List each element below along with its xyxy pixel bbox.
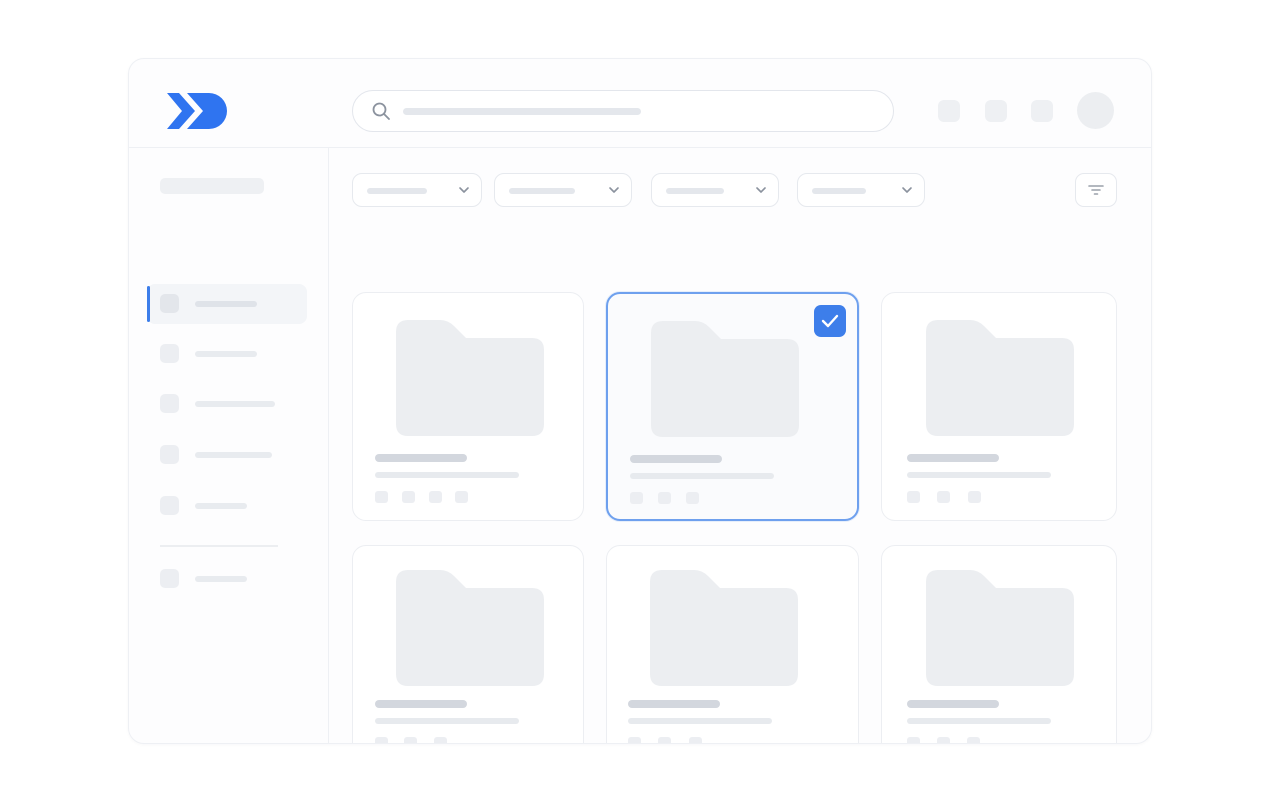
card-meta-icon xyxy=(375,737,388,743)
search-bar[interactable] xyxy=(352,90,894,132)
sidebar-item-1[interactable] xyxy=(147,284,307,324)
card-title xyxy=(907,454,999,462)
sidebar-item-label xyxy=(195,576,247,582)
filter-dropdown-3[interactable] xyxy=(651,173,779,207)
folder-icon xyxy=(651,321,799,437)
sort-options-button[interactable] xyxy=(1075,173,1117,207)
card-title xyxy=(630,455,722,463)
folder-icon xyxy=(396,320,544,436)
toolbar-button-2[interactable] xyxy=(985,100,1007,122)
sidebar-item-3[interactable] xyxy=(147,384,307,424)
folder-card-6[interactable] xyxy=(881,545,1117,743)
card-meta-icon xyxy=(434,737,447,743)
card-meta-icon xyxy=(404,737,417,743)
sidebar-item-icon xyxy=(160,294,179,313)
filter-label xyxy=(367,188,427,194)
folder-icon xyxy=(926,320,1074,436)
card-meta-icon xyxy=(907,737,920,743)
card-meta-icon xyxy=(968,491,981,503)
folder-icon xyxy=(396,570,544,686)
card-meta-icon xyxy=(628,737,641,743)
card-subtitle xyxy=(628,718,772,724)
folder-card-5[interactable] xyxy=(606,545,859,743)
folder-icon xyxy=(650,570,798,686)
card-subtitle xyxy=(630,473,774,479)
card-title xyxy=(375,454,467,462)
card-meta-icon xyxy=(402,491,415,503)
sidebar xyxy=(129,148,329,743)
sidebar-item-label xyxy=(195,452,272,458)
folder-card-3[interactable] xyxy=(881,292,1117,521)
chevron-down-icon xyxy=(902,187,912,193)
sidebar-item-icon xyxy=(160,569,179,588)
card-meta-icon xyxy=(689,737,702,743)
folder-icon xyxy=(926,570,1074,686)
sidebar-item-2[interactable] xyxy=(147,334,307,374)
filter-dropdown-4[interactable] xyxy=(797,173,925,207)
selected-checkbox[interactable] xyxy=(814,305,846,337)
folder-card-1[interactable] xyxy=(352,292,584,521)
card-subtitle xyxy=(375,718,519,724)
card-subtitle xyxy=(907,718,1051,724)
card-meta-icon xyxy=(658,492,671,504)
main-content xyxy=(329,148,1151,743)
sidebar-item-5[interactable] xyxy=(147,486,307,526)
filter-label xyxy=(509,188,575,194)
card-subtitle xyxy=(907,472,1051,478)
chevron-down-icon xyxy=(756,187,766,193)
filter-label xyxy=(812,188,866,194)
toolbar-button-1[interactable] xyxy=(938,100,960,122)
chevron-down-icon xyxy=(609,187,619,193)
double-chevron-logo-icon[interactable] xyxy=(165,89,229,133)
sidebar-item-label xyxy=(195,503,247,509)
sidebar-item-icon xyxy=(160,445,179,464)
card-meta-icon xyxy=(937,491,950,503)
filter-dropdown-1[interactable] xyxy=(352,173,482,207)
search-icon xyxy=(372,102,390,120)
sidebar-item-icon xyxy=(160,496,179,515)
card-meta-icon xyxy=(907,491,920,503)
sidebar-item-label xyxy=(195,301,257,307)
card-title xyxy=(628,700,720,708)
avatar[interactable] xyxy=(1077,92,1114,129)
toolbar-button-3[interactable] xyxy=(1031,100,1053,122)
sidebar-item-label xyxy=(195,351,257,357)
filter-label xyxy=(666,188,724,194)
card-title xyxy=(907,700,999,708)
app-window xyxy=(128,58,1152,744)
sidebar-title xyxy=(160,178,264,194)
card-subtitle xyxy=(375,472,519,478)
card-title xyxy=(375,700,467,708)
check-icon xyxy=(821,314,839,328)
search-input[interactable] xyxy=(401,97,871,123)
card-meta-icon xyxy=(630,492,643,504)
top-bar xyxy=(129,59,1151,148)
filter-dropdown-2[interactable] xyxy=(494,173,632,207)
card-meta-icon xyxy=(937,737,950,743)
card-meta-icon xyxy=(429,491,442,503)
card-meta-icon xyxy=(375,491,388,503)
sidebar-item-icon xyxy=(160,344,179,363)
sidebar-item-6[interactable] xyxy=(147,559,307,599)
card-meta-icon xyxy=(686,492,699,504)
card-meta-icon xyxy=(455,491,468,503)
sidebar-item-label xyxy=(195,401,275,407)
card-meta-icon xyxy=(658,737,671,743)
folder-card-2[interactable] xyxy=(606,292,859,521)
sidebar-divider xyxy=(160,545,278,547)
sidebar-item-icon xyxy=(160,394,179,413)
folder-card-4[interactable] xyxy=(352,545,584,743)
sidebar-item-4[interactable] xyxy=(147,435,307,475)
filter-lines-icon xyxy=(1088,185,1104,195)
card-meta-icon xyxy=(967,737,980,743)
chevron-down-icon xyxy=(459,187,469,193)
